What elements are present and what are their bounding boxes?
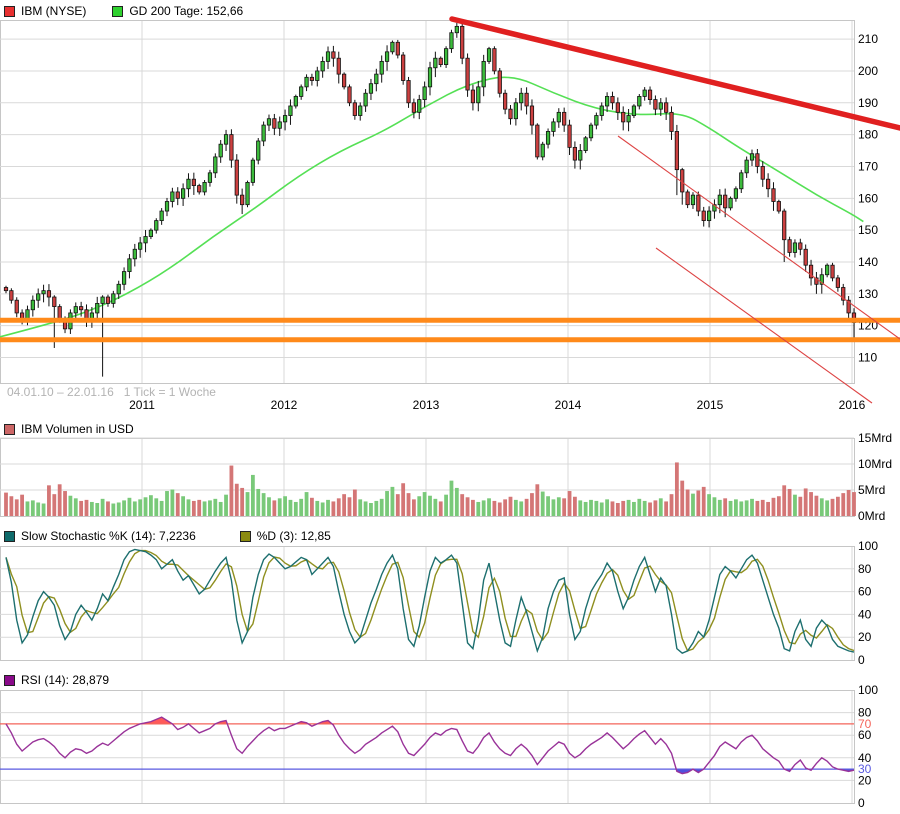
legend-item-rsi: RSI (14): 28,879 <box>4 673 109 687</box>
svg-text:15Mrd: 15Mrd <box>858 431 892 445</box>
legend-item-stoch-k: Slow Stochastic %K (14): 7,2236 <box>4 529 196 543</box>
charts-canvas[interactable]: 2102001901801701601501401301201102011201… <box>0 0 900 814</box>
svg-text:0: 0 <box>858 796 865 810</box>
svg-text:2016: 2016 <box>839 398 866 412</box>
svg-text:190: 190 <box>858 96 878 110</box>
svg-text:200: 200 <box>858 64 878 78</box>
volume-series-swatch-icon <box>4 424 15 435</box>
date-range-info: 04.01.10 – 22.01.16 1 Tick = 1 Woche <box>7 385 216 399</box>
stochastic-legend: Slow Stochastic %K (14): 7,2236 %D (3): … <box>4 528 357 544</box>
svg-text:2012: 2012 <box>271 398 298 412</box>
svg-text:2015: 2015 <box>697 398 724 412</box>
svg-text:20: 20 <box>858 630 872 644</box>
svg-text:110: 110 <box>858 351 877 365</box>
svg-text:60: 60 <box>858 728 872 742</box>
svg-text:2013: 2013 <box>413 398 440 412</box>
ibm-series-swatch-icon <box>4 6 15 17</box>
main-chart-legend: IBM (NYSE) GD 200 Tage: 152,66 <box>4 3 269 19</box>
rsi-series-swatch-icon <box>4 675 15 686</box>
svg-text:60: 60 <box>858 585 872 599</box>
svg-text:180: 180 <box>858 128 878 142</box>
legend-item-volume: IBM Volumen in USD <box>4 422 134 436</box>
rsi-legend: RSI (14): 28,879 <box>4 672 135 688</box>
svg-text:2011: 2011 <box>129 398 155 412</box>
svg-text:130: 130 <box>858 287 878 301</box>
volume-series-label: IBM Volumen in USD <box>21 422 134 436</box>
svg-text:170: 170 <box>858 159 878 173</box>
stoch-d-swatch-icon <box>240 531 251 542</box>
svg-text:150: 150 <box>858 223 878 237</box>
stock-chart-root: 2102001901801701601501401301201102011201… <box>0 0 900 814</box>
svg-text:40: 40 <box>858 607 872 621</box>
ibm-series-label: IBM (NYSE) <box>21 4 86 18</box>
volume-legend: IBM Volumen in USD <box>4 421 160 437</box>
svg-text:2014: 2014 <box>555 398 582 412</box>
legend-item-ibm: IBM (NYSE) <box>4 4 86 18</box>
svg-text:10Mrd: 10Mrd <box>858 457 892 471</box>
svg-text:210: 210 <box>858 32 878 46</box>
svg-text:5Mrd: 5Mrd <box>858 483 885 497</box>
svg-text:140: 140 <box>858 255 878 269</box>
svg-text:100: 100 <box>858 539 878 553</box>
stoch-k-label: Slow Stochastic %K (14): 7,2236 <box>21 529 196 543</box>
svg-text:20: 20 <box>858 773 872 787</box>
legend-item-gd200: GD 200 Tage: 152,66 <box>112 4 243 18</box>
stoch-d-label: %D (3): 12,85 <box>257 529 331 543</box>
rsi-series-label: RSI (14): 28,879 <box>21 673 109 687</box>
svg-text:100: 100 <box>858 683 878 697</box>
svg-text:0Mrd: 0Mrd <box>858 509 885 523</box>
svg-text:160: 160 <box>858 191 878 205</box>
svg-text:80: 80 <box>858 562 872 576</box>
gd200-series-swatch-icon <box>112 6 123 17</box>
stoch-k-swatch-icon <box>4 531 15 542</box>
svg-text:0: 0 <box>858 653 865 667</box>
gd200-series-label: GD 200 Tage: 152,66 <box>129 4 243 18</box>
legend-item-stoch-d: %D (3): 12,85 <box>240 529 331 543</box>
